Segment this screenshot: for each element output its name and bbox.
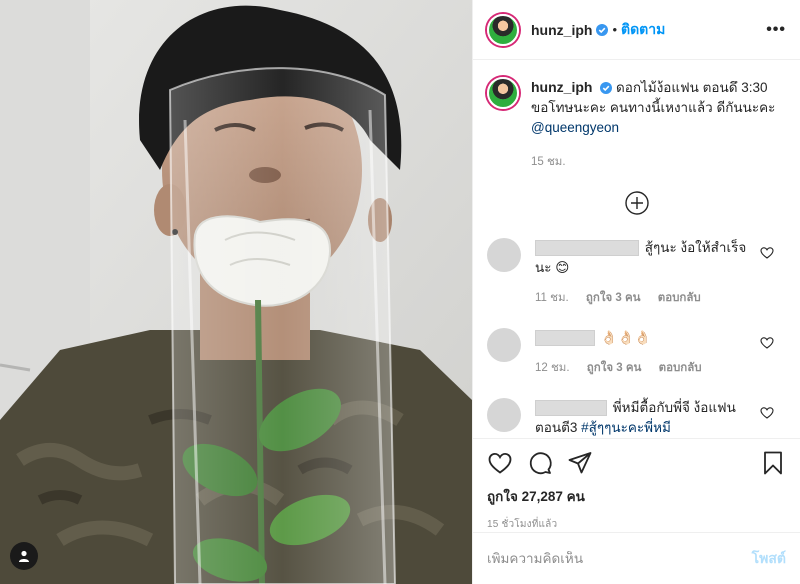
comment-reply-button[interactable]: ตอบกลับ <box>659 362 702 374</box>
redacted-username <box>535 240 639 257</box>
more-options-button[interactable]: ••• <box>766 21 786 39</box>
load-more-comments[interactable] <box>473 190 800 216</box>
comment-icon[interactable] <box>527 450 553 476</box>
dot-separator: • <box>612 22 617 37</box>
heart-icon[interactable] <box>760 406 774 420</box>
comment-emoji: 😊 <box>555 260 570 275</box>
heart-icon[interactable] <box>760 246 774 260</box>
likes-count[interactable]: ถูกใจ 27,287 คน <box>487 485 786 507</box>
add-comment-bar: โพสต์ <box>473 532 800 584</box>
heart-icon[interactable] <box>487 450 513 476</box>
user-tag-button[interactable] <box>10 542 38 570</box>
comment-time: 11 ชม. <box>535 292 569 304</box>
comment-text: 👌🏻👌🏻👌🏻 <box>600 330 652 345</box>
post-header: hunz_iph • ติดตาม ••• <box>473 0 800 60</box>
post-sidebar: hunz_iph • ติดตาม ••• hunz_iph ดอกไม้ง้อ… <box>472 0 800 584</box>
comment-likes[interactable]: ถูกใจ 3 คน <box>587 362 642 374</box>
comment-item: 👌🏻👌🏻👌🏻 12 ชม. ถูกใจ 3 คน ตอบกลับ <box>473 328 800 378</box>
comment-reply-button[interactable]: ตอบกลับ <box>658 292 701 304</box>
post-timestamp: 15 ชั่วโมงที่แล้ว <box>487 519 558 530</box>
caption-timestamp: 15 ชม. <box>531 156 566 168</box>
comment-meta: 11 ชม. ถูกใจ 3 คน ตอบกลับ <box>535 288 757 308</box>
post-actions: ถูกใจ 27,287 คน 15 ชั่วโมงที่แล้ว <box>473 438 800 532</box>
commenter-avatar[interactable] <box>487 398 521 432</box>
commenter-avatar[interactable] <box>487 328 521 362</box>
caption-avatar[interactable] <box>487 77 519 109</box>
post-comment-button[interactable]: โพสต์ <box>752 548 786 570</box>
caption-mention[interactable]: @queengyeon <box>531 120 619 135</box>
heart-icon[interactable] <box>760 336 774 350</box>
verified-badge-icon <box>600 82 613 95</box>
comments-list[interactable]: hunz_iph ดอกไม้ง้อแฟน ตอนดึ 3:30 ขอโทษนะ… <box>473 61 800 438</box>
plus-circle-icon[interactable] <box>624 190 650 216</box>
action-icons-row <box>487 439 786 483</box>
comment-hashtag[interactable]: #สู้ๆๆนะคะพี่หมี <box>581 420 671 435</box>
post-photo[interactable] <box>0 0 472 584</box>
post-caption: hunz_iph ดอกไม้ง้อแฟน ตอนดึ 3:30 ขอโทษนะ… <box>473 61 800 172</box>
comment-item: สู้ๆนะ ง้อให้สำเร็จ นะ 😊 11 ชม. ถูกใจ 3 … <box>473 238 800 308</box>
caption-username[interactable]: hunz_iph <box>531 79 592 95</box>
comment-time: 12 ชม. <box>535 362 570 374</box>
author-avatar[interactable] <box>487 13 519 46</box>
redacted-username <box>535 400 607 417</box>
redacted-username <box>535 330 595 347</box>
commenter-avatar[interactable] <box>487 238 521 272</box>
user-tag-icon <box>19 550 29 562</box>
comment-item: พี่หมีตื้อกับพี่จี ง้อแฟน ตอนตี3 #สู้ๆๆน… <box>473 398 800 438</box>
post-image <box>0 0 472 584</box>
author-username[interactable]: hunz_iph <box>531 22 592 38</box>
comment-input[interactable] <box>487 551 752 566</box>
comment-likes[interactable]: ถูกใจ 3 คน <box>586 292 641 304</box>
follow-button[interactable]: ติดตาม <box>621 19 665 41</box>
bookmark-icon[interactable] <box>760 450 786 476</box>
comment-meta: 12 ชม. ถูกใจ 3 คน ตอบกลับ <box>535 358 757 378</box>
share-icon[interactable] <box>567 450 593 476</box>
verified-badge-icon <box>596 23 609 36</box>
